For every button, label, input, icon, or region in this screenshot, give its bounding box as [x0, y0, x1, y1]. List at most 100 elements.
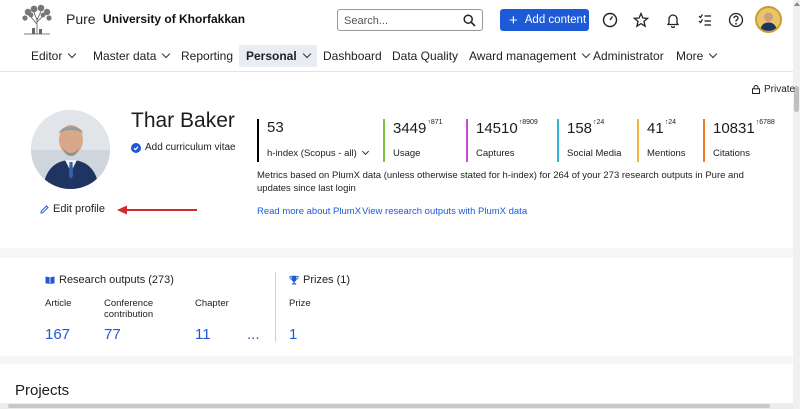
help-icon[interactable] [728, 12, 744, 28]
metric-increase: ↑8909 [518, 119, 538, 126]
output-count-conference[interactable]: 77 [104, 326, 121, 343]
chevron-down-icon [162, 49, 171, 59]
nav-item-reporting[interactable]: Reporting [174, 45, 240, 67]
nav-item-label: Award management [469, 49, 577, 63]
red-arrow-annotation [117, 205, 197, 215]
view-plumx-outputs-link[interactable]: View research outputs with PlumX data [362, 206, 527, 217]
prize-type-label: Prize [289, 298, 311, 309]
user-avatar[interactable] [755, 6, 782, 33]
chevron-down-icon [68, 49, 77, 59]
read-more-plumx-link[interactable]: Read more about PlumX [257, 206, 361, 217]
nav-item-personal[interactable]: Personal [239, 45, 317, 67]
metric-value: 158↑24 [567, 119, 605, 137]
dashboard-gauge-icon[interactable] [602, 12, 618, 28]
search-icon[interactable] [463, 14, 476, 27]
output-count-article[interactable]: 167 [45, 326, 70, 343]
metric-label: Usage [393, 148, 421, 159]
horizontal-scrollbar-thumb[interactable] [8, 404, 770, 408]
metric-value: 41↑24 [647, 119, 676, 137]
output-count-chapter[interactable]: 11 [195, 326, 211, 343]
nav-item-label: Personal [246, 49, 297, 63]
cv-icon [131, 142, 141, 153]
profile-photo [31, 110, 110, 189]
nav-item-label: Administrator [593, 49, 664, 63]
nav-item-data-quality[interactable]: Data Quality [385, 45, 465, 67]
plumx-note: Metrics based on PlumX data (unless othe… [257, 170, 744, 194]
prizes-label: Prizes (1) [303, 274, 351, 286]
visibility-label: Private [764, 84, 796, 95]
metric-increase: ↑6788 [755, 119, 775, 126]
horizontal-scrollbar[interactable] [0, 403, 793, 409]
output-type-label: Conference contribution [104, 298, 154, 320]
more-outputs-button[interactable]: ... [247, 326, 260, 343]
profile-photo-image [31, 110, 110, 189]
metric-increase: ↑871 [427, 119, 443, 126]
metric-usage: 3449↑871 Usage [383, 119, 443, 162]
add-content-button[interactable]: + Add content [500, 9, 589, 31]
search-box[interactable] [337, 9, 483, 31]
book-icon [45, 276, 55, 284]
vertical-scrollbar[interactable] [793, 0, 800, 409]
star-icon[interactable] [633, 12, 649, 28]
metric-label: Social Media [567, 148, 622, 159]
app-name: Pure [66, 11, 96, 27]
research-outputs-label: Research outputs (273) [59, 274, 174, 286]
metric-label: Captures [476, 148, 515, 159]
profile-card: Private Thar Baker Add curriculum vitae … [0, 72, 795, 248]
elsevier-tree-logo[interactable] [18, 4, 56, 36]
nav-item-label: Data Quality [392, 49, 459, 63]
nav-item-label: Reporting [181, 49, 234, 63]
add-content-label: Add content [524, 14, 587, 26]
add-cv-link[interactable]: Add curriculum vitae [131, 142, 236, 153]
scroll-up-arrow-icon[interactable] [794, 2, 800, 6]
profile-name: Thar Baker [131, 109, 235, 132]
plus-icon: + [509, 11, 518, 29]
output-type-label: Chapter [195, 298, 229, 309]
section-divider [275, 272, 276, 342]
trophy-icon [289, 275, 299, 285]
visibility-indicator: Private [752, 84, 795, 95]
nav-item-more[interactable]: More [669, 45, 723, 67]
bell-icon[interactable] [665, 12, 681, 28]
nav-item-dashboard[interactable]: Dashboard [316, 45, 389, 67]
nav-item-master-data[interactable]: Master data [86, 45, 176, 67]
metric-label: Mentions [647, 148, 686, 159]
organization-name: University of Khorfakkan [103, 12, 246, 26]
metric-captures: 14510↑8909 Captures [466, 119, 538, 162]
outputs-section: Research outputs (273) Article Conferenc… [0, 258, 793, 356]
research-outputs-title[interactable]: Research outputs (273) [45, 274, 174, 286]
metric-mentions: 41↑24 Mentions [637, 119, 686, 162]
nav-item-administrator[interactable]: Administrator [586, 45, 671, 67]
metric-social-media: 158↑24 Social Media [557, 119, 621, 162]
metric-value: 3449↑871 [393, 119, 443, 137]
search-input[interactable] [344, 13, 459, 28]
chevron-down-icon [709, 49, 718, 59]
user-avatar-image [757, 8, 780, 31]
edit-profile-button[interactable]: Edit profile [40, 203, 105, 215]
metric-value: 14510↑8909 [476, 119, 538, 137]
prize-count[interactable]: 1 [289, 326, 297, 343]
metric-label: Citations [713, 148, 750, 159]
chevron-down-icon [361, 147, 369, 156]
metric-label[interactable]: h-index (Scopus - all) [267, 147, 369, 159]
nav-item-label: Dashboard [323, 49, 382, 63]
nav-item-award-management[interactable]: Award management [462, 45, 596, 67]
top-bar: Pure University of Khorfakkan + Add cont… [0, 0, 800, 40]
projects-title: Projects [15, 382, 70, 399]
main-navigation: Editor Master data Reporting Personal Da… [0, 40, 793, 72]
metric-h-index[interactable]: 53 h-index (Scopus - all) [257, 119, 369, 162]
lock-icon [752, 85, 760, 94]
edit-profile-label: Edit profile [53, 203, 105, 215]
metric-value: 53 [267, 119, 284, 136]
metric-increase: ↑24 [593, 119, 605, 126]
chevron-down-icon [302, 49, 311, 59]
nav-item-label: More [676, 49, 704, 63]
metric-increase: ↑24 [664, 119, 676, 126]
prizes-title[interactable]: Prizes (1) [289, 274, 350, 286]
nav-item-label: Master data [93, 49, 157, 63]
nav-item-editor[interactable]: Editor [24, 45, 82, 67]
add-cv-label: Add curriculum vitae [145, 142, 236, 153]
task-list-icon[interactable] [697, 12, 713, 28]
metric-value: 10831↑6788 [713, 119, 775, 137]
output-type-label: Article [45, 298, 72, 309]
